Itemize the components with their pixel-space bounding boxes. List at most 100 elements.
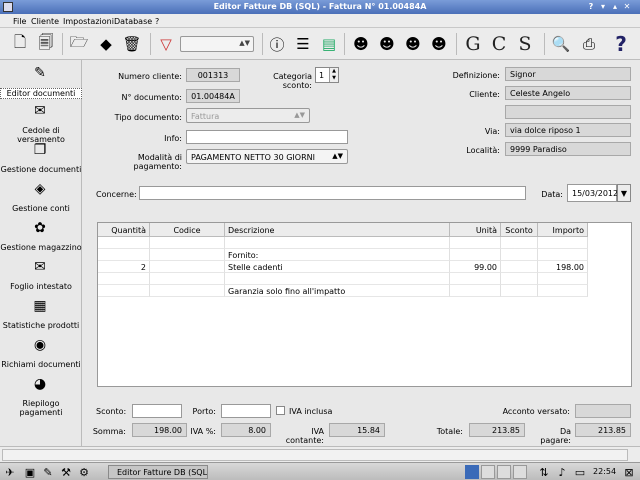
col-header-importo[interactable]: Importo	[538, 223, 588, 237]
cell-descrizione[interactable]	[225, 273, 450, 285]
cell-importo[interactable]: 198.00	[538, 261, 588, 273]
table-row[interactable]: Fornito:	[98, 249, 588, 261]
cell-codice[interactable]	[150, 237, 225, 249]
cell-quantita[interactable]	[98, 273, 150, 285]
letter-c-button[interactable]: C	[488, 33, 510, 55]
cell-quantita[interactable]	[98, 249, 150, 261]
table-row[interactable]: Garanzia solo fino all'impatto	[98, 285, 588, 297]
cell-quantita[interactable]	[98, 237, 150, 249]
tipo-documento-select[interactable]: Fattura ▲▼	[186, 108, 310, 123]
workspace-4-icon[interactable]	[513, 465, 527, 479]
cell-codice[interactable]	[150, 249, 225, 261]
sidebar-item-richiami[interactable]: ◉ Richiami documenti	[0, 334, 82, 372]
table-row[interactable]	[98, 237, 588, 249]
cell-descrizione[interactable]: Fornito:	[225, 249, 450, 261]
maximize-icon[interactable]: ▴	[610, 2, 620, 12]
sidebar-item-riepilogo[interactable]: ◕ Riepilogo pagamenti	[0, 373, 82, 417]
info-icon[interactable]: ⓘ	[266, 33, 288, 55]
minimize-icon[interactable]: ▾	[598, 2, 608, 12]
col-header-unita[interactable]: Unità	[450, 223, 501, 237]
close-icon[interactable]: ✕	[622, 2, 632, 12]
sidebar-item-gestione-magazzino[interactable]: ✿ Gestione magazzino	[0, 217, 82, 255]
cell-sconto[interactable]	[501, 273, 538, 285]
money-icon[interactable]: ▤	[318, 33, 340, 55]
save-disk-icon[interactable]: ◆	[95, 33, 117, 55]
editor-icon[interactable]: ✎	[41, 465, 55, 479]
trash-icon[interactable]: 🗑	[121, 33, 143, 55]
cell-unita[interactable]	[450, 249, 501, 261]
cell-codice[interactable]	[150, 261, 225, 273]
info-input[interactable]	[186, 130, 348, 144]
cell-descrizione[interactable]	[225, 237, 450, 249]
concerne-input[interactable]	[139, 186, 526, 200]
taskbar-window-item[interactable]: Editor Fatture DB (SQL...	[108, 465, 208, 479]
col-header-quantita[interactable]: Quantità	[98, 223, 150, 237]
cell-unita[interactable]: 99.00	[450, 261, 501, 273]
sidebar-item-foglio-intestato[interactable]: ✉ Foglio intestato	[0, 256, 82, 294]
cell-importo[interactable]	[538, 249, 588, 261]
col-header-descrizione[interactable]: Descrizione	[225, 223, 450, 237]
cell-quantita[interactable]: 2	[98, 261, 150, 273]
col-header-codice[interactable]: Codice	[150, 223, 225, 237]
user-edit-icon[interactable]: ☻	[402, 33, 424, 55]
list-icon[interactable]: ☰	[292, 33, 314, 55]
date-input[interactable]: 15/03/2012	[567, 184, 618, 202]
workspace-2-icon[interactable]	[481, 465, 495, 479]
sidebar-item-statistiche[interactable]: ▦ Statistiche prodotti	[0, 295, 82, 333]
letter-s-button[interactable]: S	[514, 33, 536, 55]
user-search-icon[interactable]: ☻	[350, 33, 372, 55]
menu-cliente[interactable]: Cliente	[31, 17, 59, 26]
sidebar-item-cedole[interactable]: ✉ Cedole di versamento	[0, 100, 82, 144]
new-document-icon[interactable]: 🗋	[9, 33, 31, 55]
sidebar-item-gestione-conti[interactable]: ◈ Gestione conti	[0, 178, 82, 216]
tray-battery-icon[interactable]: ▭	[573, 465, 587, 479]
cell-importo[interactable]	[538, 237, 588, 249]
menu-database[interactable]: Database	[114, 17, 152, 26]
pagamento-select[interactable]: PAGAMENTO NETTO 30 GIORNI ▲▼	[186, 149, 348, 164]
sidebar-item-gestione-documenti[interactable]: ❐ Gestione documenti	[0, 139, 82, 177]
help-icon[interactable]: ?	[610, 32, 632, 56]
start-menu-icon[interactable]: ✈	[3, 465, 17, 479]
workspace-3-icon[interactable]	[497, 465, 511, 479]
cell-codice[interactable]	[150, 273, 225, 285]
menu-impostazioni[interactable]: Impostazioni	[63, 17, 114, 26]
table-row[interactable]	[98, 273, 588, 285]
date-dropdown-icon[interactable]: ▼	[617, 184, 631, 202]
menu-help[interactable]: ?	[155, 17, 159, 26]
iva-inclusa-checkbox[interactable]	[276, 406, 285, 415]
table-row[interactable]: 2 Stelle cadenti 99.00 198.00	[98, 261, 588, 273]
user-new-icon[interactable]: ☻	[376, 33, 398, 55]
porto-input[interactable]	[221, 404, 271, 418]
tray-volume-icon[interactable]: ♪	[555, 465, 569, 479]
cell-sconto[interactable]	[501, 261, 538, 273]
print-preview-icon[interactable]: 🔍	[550, 33, 572, 55]
filter-icon[interactable]: ▽	[155, 33, 177, 55]
tray-network-icon[interactable]: ⇅	[537, 465, 551, 479]
sidebar-item-editor-documenti[interactable]: ✎ Editor documenti	[0, 62, 82, 100]
cell-sconto[interactable]	[501, 285, 538, 297]
cell-importo[interactable]	[538, 273, 588, 285]
open-folder-icon[interactable]: 🗁	[68, 33, 90, 55]
cell-sconto[interactable]	[501, 237, 538, 249]
cell-descrizione[interactable]: Garanzia solo fino all'impatto	[225, 285, 450, 297]
terminal-icon[interactable]: ▣	[23, 465, 37, 479]
printer-icon[interactable]: ⎙	[578, 33, 600, 55]
settings-icon[interactable]: ⚙	[77, 465, 91, 479]
workspace-1-icon[interactable]	[465, 465, 479, 479]
col-header-sconto[interactable]: Sconto	[501, 223, 538, 237]
cell-unita[interactable]	[450, 237, 501, 249]
cell-unita[interactable]	[450, 273, 501, 285]
cell-importo[interactable]	[538, 285, 588, 297]
copy-document-icon[interactable]: 🗐	[35, 33, 57, 55]
cell-unita[interactable]	[450, 285, 501, 297]
tools-icon[interactable]: ⚒	[59, 465, 73, 479]
filter-combo[interactable]: ▲▼	[180, 36, 254, 52]
categoria-sconto-spinner[interactable]: 1 ▲ ▼	[315, 67, 339, 83]
window-help-icon[interactable]: ?	[586, 2, 596, 12]
cell-codice[interactable]	[150, 285, 225, 297]
letter-g-button[interactable]: G	[462, 33, 484, 55]
menu-file[interactable]: File	[13, 17, 26, 26]
cell-descrizione[interactable]: Stelle cadenti	[225, 261, 450, 273]
cell-sconto[interactable]	[501, 249, 538, 261]
sconto-input[interactable]	[132, 404, 182, 418]
